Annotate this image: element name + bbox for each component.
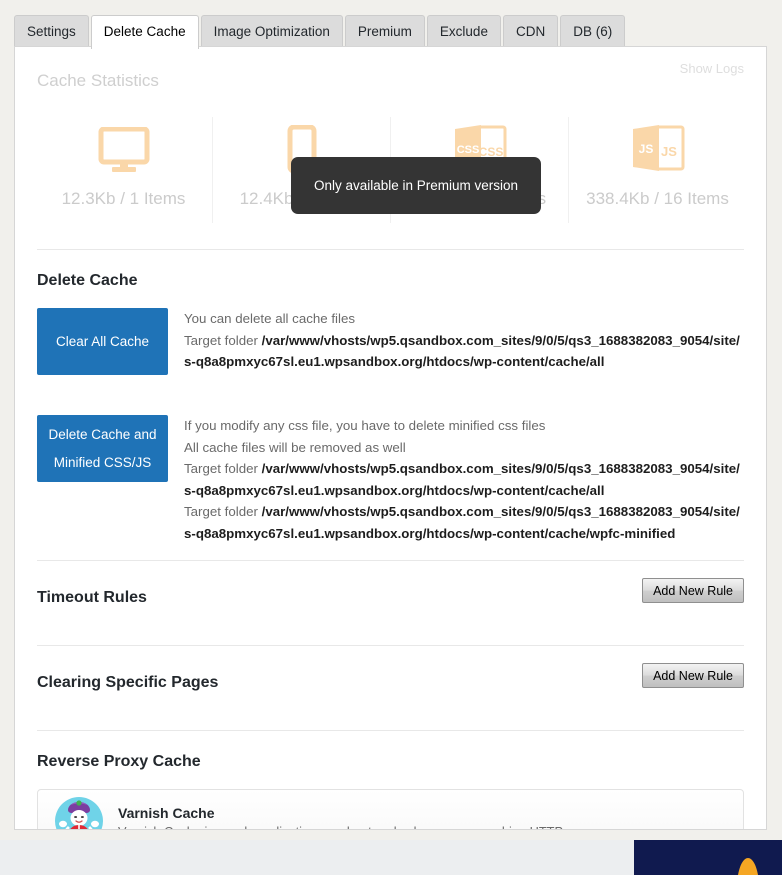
- page-background: Settings Delete Cache Image Optimization…: [0, 0, 782, 840]
- tab-premium[interactable]: Premium: [344, 15, 425, 47]
- stat-cell-desktop: 12.3Kb / 1 Items: [35, 117, 212, 223]
- clearing-specific-pages-title: Clearing Specific Pages: [37, 674, 219, 691]
- delete-cache-title: Delete Cache: [37, 272, 138, 289]
- tab-db[interactable]: DB (6): [560, 15, 626, 47]
- minified-line1: If you modify any css file, you have to …: [184, 418, 546, 433]
- tab-exclude[interactable]: Exclude: [426, 15, 501, 47]
- clear-all-cache-line1: You can delete all cache files: [184, 311, 356, 326]
- show-logs-link[interactable]: Show Logs: [680, 61, 744, 76]
- target-folder-path: /var/www/vhosts/wp5.qsandbox.com_sites/9…: [184, 332, 740, 370]
- js-file-icon: JS JS: [569, 117, 746, 173]
- delete-cache-minified-label-line2: Minified CSS/JS: [53, 454, 152, 470]
- cache-statistics-row: 12.3Kb / 1 Items 12.4Kb / 1 Items CSS: [35, 117, 746, 223]
- clear-all-cache-description: You can delete all cache files Target fo…: [168, 308, 744, 375]
- tab-label: Exclude: [439, 24, 488, 39]
- tab-settings[interactable]: Settings: [14, 15, 89, 47]
- tab-image-optimization[interactable]: Image Optimization: [200, 15, 343, 47]
- chat-widget[interactable]: [634, 840, 782, 875]
- varnish-cache-name: Varnish Cache: [118, 805, 215, 821]
- tab-strip: Settings Delete Cache Image Optimization…: [14, 15, 767, 49]
- svg-text:JS: JS: [661, 144, 677, 159]
- timeout-rules-add-new-rule-button[interactable]: Add New Rule: [642, 578, 744, 603]
- clear-all-cache-button-label: Clear All Cache: [55, 333, 150, 349]
- delete-cache-minified-description: If you modify any css file, you have to …: [168, 415, 744, 544]
- reverse-proxy-cache-title: Reverse Proxy Cache: [37, 753, 201, 770]
- tab-label: CDN: [515, 24, 546, 39]
- varnish-cache-description: Varnish Cache is a web application accel…: [118, 824, 646, 829]
- tab-cdn[interactable]: CDN: [502, 15, 559, 47]
- desktop-icon: [35, 117, 212, 173]
- stat-cell-js: JS JS 338.4Kb / 16 Items: [568, 117, 746, 223]
- target-folder-label: Target folder: [184, 332, 258, 348]
- svg-text:JS: JS: [638, 142, 653, 156]
- clear-all-cache-row: Clear All Cache You can delete all cache…: [15, 290, 766, 375]
- tab-label: DB (6): [573, 24, 613, 39]
- bottom-strip: [0, 840, 782, 875]
- tab-label: Delete Cache: [103, 24, 186, 39]
- delete-cache-panel: Cache Statistics Show Logs 12.3Kb / 1 It…: [14, 46, 767, 830]
- delete-cache-minified-row: Delete Cache and Minified CSS/JS If you …: [15, 397, 766, 544]
- premium-tooltip: Only available in Premium version: [291, 157, 541, 214]
- target-folder-path-1: /var/www/vhosts/wp5.qsandbox.com_sites/9…: [184, 461, 740, 498]
- timeout-rules-section: Timeout Rules Add New Rule: [15, 561, 766, 645]
- tab-label: Image Optimization: [213, 24, 330, 39]
- clearing-specific-pages-section: Clearing Specific Pages Add New Rule: [15, 646, 766, 730]
- target-folder-label: Target folder: [184, 504, 258, 519]
- timeout-rules-title: Timeout Rules: [37, 589, 147, 606]
- tab-label: Premium: [357, 24, 412, 39]
- minified-target-2: Target folder /var/www/vhosts/wp5.qsandb…: [184, 501, 744, 544]
- target-folder-label: Target folder: [184, 461, 258, 476]
- stat-label-desktop: 12.3Kb / 1 Items: [61, 189, 186, 208]
- cache-statistics-title: Cache Statistics: [37, 71, 159, 90]
- delete-cache-and-minified-button[interactable]: Delete Cache and Minified CSS/JS: [37, 415, 168, 482]
- cache-statistics-header: Cache Statistics Show Logs: [15, 47, 766, 93]
- tab-delete-cache[interactable]: Delete Cache: [90, 15, 199, 49]
- varnish-cache-card[interactable]: Varnish Cache Varnish Cache is a web app…: [37, 789, 744, 829]
- svg-text:CSS: CSS: [456, 144, 479, 156]
- varnish-text-block: Varnish Cache Varnish Cache is a web app…: [104, 805, 646, 829]
- varnish-logo-icon: [54, 796, 104, 829]
- minified-line2: All cache files will be removed as well: [184, 439, 406, 455]
- minified-target-1: Target folder /var/www/vhosts/wp5.qsandb…: [184, 458, 744, 501]
- clear-all-cache-target: Target folder /var/www/vhosts/wp5.qsandb…: [184, 330, 744, 373]
- delete-cache-minified-label-line1: Delete Cache and: [48, 426, 157, 442]
- clearing-specific-pages-add-new-rule-button[interactable]: Add New Rule: [642, 663, 744, 688]
- stat-label-js: 338.4Kb / 16 Items: [586, 189, 729, 208]
- target-folder-path-2: /var/www/vhosts/wp5.qsandbox.com_sites/9…: [184, 504, 740, 541]
- tab-label: Settings: [27, 24, 76, 39]
- clear-all-cache-button[interactable]: Clear All Cache: [37, 308, 168, 375]
